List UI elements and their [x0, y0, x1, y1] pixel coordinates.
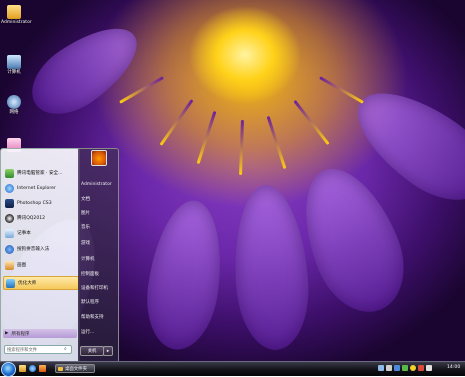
search-input[interactable]: 搜索程序和文件 ⌕ [4, 345, 72, 354]
program-label: 画图 [17, 263, 27, 268]
optimizer-icon [6, 278, 15, 288]
notepad-icon [5, 228, 14, 238]
right-link-run[interactable]: 运行... [81, 329, 94, 335]
sogou-input-icon [5, 244, 14, 254]
stamen [266, 115, 287, 170]
desktop-icon-network[interactable]: 网络 [1, 95, 27, 115]
program-item[interactable]: 画图 [3, 259, 77, 271]
desktop-icon-label: 网络 [9, 110, 19, 115]
all-programs-label: 所有程序 [11, 331, 30, 337]
user-avatar[interactable] [91, 150, 107, 166]
right-link-games[interactable]: 游戏 [81, 240, 90, 246]
program-label: 搜狗拼音输入法 [17, 247, 50, 252]
tray-network-icon[interactable] [378, 365, 384, 371]
start-menu-programs-pane: 腾讯电脑管家 · 安全... Internet Explorer Photosh… [0, 148, 80, 363]
start-menu: 腾讯电脑管家 · 安全... Internet Explorer Photosh… [0, 148, 119, 363]
taskbar-clock[interactable]: 14:00 [447, 365, 460, 370]
tray-qq-icon[interactable] [410, 365, 416, 371]
petal [18, 11, 152, 129]
paint-icon [5, 260, 14, 270]
right-link-pictures[interactable]: 图片 [81, 210, 90, 216]
right-link-help[interactable]: 帮助和支持 [81, 314, 104, 320]
taskbar-window-label: 桌面文件夹 [65, 366, 87, 372]
shield-icon [5, 168, 14, 178]
stamen [196, 110, 217, 165]
desktop-icon-label: Administrator [1, 20, 32, 25]
shutdown-button[interactable]: 关机 [80, 346, 104, 356]
program-label: 腾讯QQ2012 [17, 216, 46, 221]
computer-icon [7, 55, 21, 69]
right-link-documents[interactable]: 文档 [81, 196, 90, 202]
right-link-username[interactable]: Administrator [81, 182, 112, 187]
arrow-right-icon: ▶ [5, 331, 9, 336]
shutdown-options-button[interactable]: ▸ [103, 346, 113, 356]
program-label: 优化大师 [18, 281, 37, 286]
tray-security-icon[interactable] [402, 365, 408, 371]
program-item[interactable]: Internet Explorer [3, 182, 77, 194]
right-link-computer[interactable]: 计算机 [81, 256, 95, 262]
tray-battery-icon[interactable] [426, 365, 432, 371]
stamen [119, 76, 164, 104]
program-item-selected[interactable]: 优化大师 [3, 276, 79, 290]
program-item[interactable]: 搜狗拼音输入法 [3, 243, 77, 255]
all-programs-button[interactable]: ▶ 所有程序 [3, 329, 77, 338]
right-link-music[interactable]: 音乐 [81, 224, 90, 230]
quick-launch-explorer-icon[interactable] [19, 365, 26, 372]
search-placeholder: 搜索程序和文件 [7, 347, 38, 353]
quick-launch-media-icon[interactable] [39, 365, 46, 372]
stamen [293, 99, 330, 146]
petal [229, 182, 313, 353]
program-label: 记事本 [17, 231, 31, 236]
right-link-devices-printers[interactable]: 设备和打印机 [81, 285, 108, 291]
qq-penguin-icon [5, 213, 14, 223]
tray-flag-icon[interactable] [418, 365, 424, 371]
stamen [239, 119, 244, 176]
tray-language-icon[interactable] [394, 365, 400, 371]
program-item[interactable]: 记事本 [3, 227, 77, 239]
stamen [319, 76, 364, 104]
program-label: Photoshop CS3 [17, 200, 52, 206]
photoshop-icon [5, 198, 14, 208]
tray-volume-icon[interactable] [386, 365, 392, 371]
stamen [159, 99, 194, 146]
right-link-default-programs[interactable]: 默认程序 [81, 299, 99, 305]
program-label: 腾讯电脑管家 · 安全... [17, 171, 63, 176]
user-folder-icon [7, 5, 21, 19]
right-link-control-panel[interactable]: 控制面板 [81, 271, 99, 277]
search-icon: ⌕ [64, 346, 67, 352]
petal [139, 195, 231, 355]
network-icon [7, 95, 21, 109]
desktop-icon-administrator[interactable]: Administrator [1, 5, 32, 25]
folder-icon [58, 366, 63, 371]
program-item[interactable]: 腾讯QQ2012 [3, 212, 77, 224]
program-label: Internet Explorer [17, 185, 56, 191]
desktop-icon-label: 计算机 [7, 70, 21, 75]
program-item[interactable]: Photoshop CS3 [3, 197, 77, 209]
program-item[interactable]: 腾讯电脑管家 · 安全... [3, 167, 77, 179]
internet-explorer-icon [5, 183, 14, 193]
taskbar-window-button[interactable]: 桌面文件夹 [55, 364, 95, 373]
desktop-icon-computer[interactable]: 计算机 [1, 55, 27, 75]
quick-launch-ie-icon[interactable] [29, 365, 36, 372]
